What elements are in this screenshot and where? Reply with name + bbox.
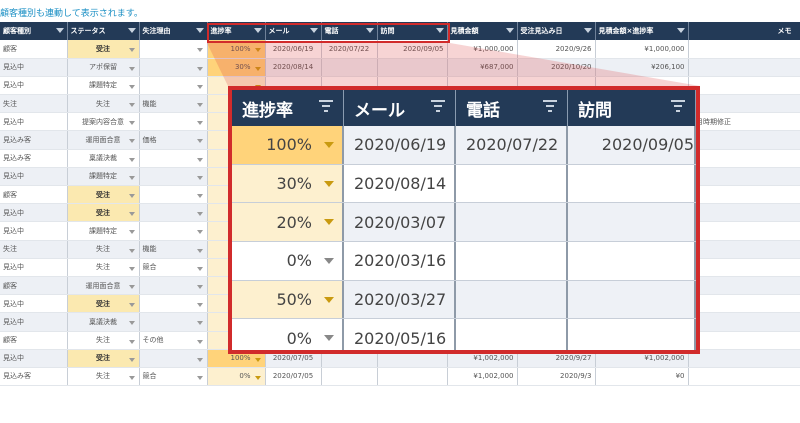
zoom-tel-cell[interactable] bbox=[456, 242, 568, 280]
zoom-visit-cell[interactable] bbox=[568, 280, 696, 319]
spreadsheet-screenshot: 顧客種別も連動して表示されます。 顧客種別 ステータス 失注理由 進捗率 メール… bbox=[0, 0, 800, 423]
zoom-tel-cell[interactable] bbox=[456, 280, 568, 319]
zoom-panel: 進捗率 メール 電話 訪問 100% 2020/06/19 2020/07/22 20… bbox=[228, 86, 700, 354]
zoom-mail-value: 2020/05/16 bbox=[354, 328, 447, 348]
zoom-progress-dropdown[interactable]: 0% bbox=[232, 319, 344, 350]
zoom-mail-value: 2020/08/14 bbox=[354, 174, 447, 194]
zoom-connector-shape bbox=[207, 43, 700, 86]
chevron-down-icon bbox=[324, 335, 334, 342]
chevron-down-icon bbox=[324, 180, 334, 187]
zoom-mail-cell[interactable]: 2020/03/16 bbox=[344, 242, 456, 280]
zoom-mail-value: 2020/03/07 bbox=[354, 212, 447, 232]
zoom-mail-cell[interactable]: 2020/03/27 bbox=[344, 280, 456, 319]
zoom-tel-value: 2020/07/22 bbox=[466, 135, 559, 155]
zoom-progress-dropdown[interactable]: 50% bbox=[232, 280, 344, 319]
zoom-progress-value: 0% bbox=[286, 251, 312, 271]
zoom-header-progress[interactable]: 進捗率 bbox=[232, 90, 344, 126]
filter-icon[interactable] bbox=[671, 100, 685, 113]
zoom-header-visit[interactable]: 訪問 bbox=[568, 90, 696, 126]
zoom-row: 0% 2020/03/16 bbox=[232, 242, 696, 281]
zoom-progress-value: 100% bbox=[266, 135, 312, 155]
zoom-mail-value: 2020/03/27 bbox=[354, 290, 447, 310]
zoom-progress-value: 0% bbox=[286, 328, 312, 348]
zoom-progress-dropdown[interactable]: 30% bbox=[232, 164, 344, 203]
zoom-progress-dropdown[interactable]: 100% bbox=[232, 126, 344, 164]
zoom-row: 50% 2020/03/27 bbox=[232, 280, 696, 320]
zoom-row: 30% 2020/08/14 bbox=[232, 164, 696, 204]
zoom-visit-cell[interactable] bbox=[568, 242, 696, 280]
zoom-body: 100% 2020/06/19 2020/07/22 2020/09/05 30% 202… bbox=[232, 126, 696, 350]
zoom-progress-dropdown[interactable]: 0% bbox=[232, 242, 344, 280]
filter-icon[interactable] bbox=[543, 100, 557, 113]
zoom-header-row: 進捗率 メール 電話 訪問 bbox=[232, 90, 696, 126]
zoom-tel-cell[interactable] bbox=[456, 203, 568, 242]
zoom-mail-value: 2020/06/19 bbox=[354, 135, 447, 155]
zoom-mail-cell[interactable]: 2020/06/19 bbox=[344, 126, 456, 164]
zoom-progress-value: 20% bbox=[276, 212, 312, 232]
zoom-mail-cell[interactable]: 2020/03/07 bbox=[344, 203, 456, 242]
zoom-row: 100% 2020/06/19 2020/07/22 2020/09/05 bbox=[232, 126, 696, 165]
zoom-visit-cell[interactable] bbox=[568, 164, 696, 203]
chevron-down-icon bbox=[324, 258, 334, 265]
zoom-tel-cell[interactable] bbox=[456, 319, 568, 350]
zoom-header-tel[interactable]: 電話 bbox=[456, 90, 568, 126]
zoom-tel-cell[interactable] bbox=[456, 164, 568, 203]
chevron-down-icon bbox=[324, 142, 334, 148]
zoom-progress-value: 30% bbox=[276, 174, 312, 194]
zoom-mail-value: 2020/03/16 bbox=[354, 251, 447, 271]
chevron-down-icon bbox=[324, 219, 334, 226]
filter-icon[interactable] bbox=[431, 100, 445, 113]
zoom-visit-cell[interactable] bbox=[568, 319, 696, 350]
zoom-tel-cell[interactable]: 2020/07/22 bbox=[456, 126, 568, 164]
zoom-header-mail[interactable]: メール bbox=[344, 90, 456, 126]
zoom-visit-cell[interactable] bbox=[568, 203, 696, 242]
zoom-progress-dropdown[interactable]: 20% bbox=[232, 203, 344, 242]
zoom-row: 20% 2020/03/07 bbox=[232, 203, 696, 243]
zoom-visit-value: 2020/09/05 bbox=[601, 135, 694, 155]
zoom-mail-cell[interactable]: 2020/05/16 bbox=[344, 319, 456, 350]
zoom-row: 0% 2020/05/16 bbox=[232, 319, 696, 350]
zoom-mail-cell[interactable]: 2020/08/14 bbox=[344, 164, 456, 203]
filter-icon[interactable] bbox=[319, 100, 333, 113]
zoom-visit-cell[interactable]: 2020/09/05 bbox=[568, 126, 696, 164]
chevron-down-icon bbox=[324, 296, 334, 303]
zoom-progress-value: 50% bbox=[276, 290, 312, 310]
